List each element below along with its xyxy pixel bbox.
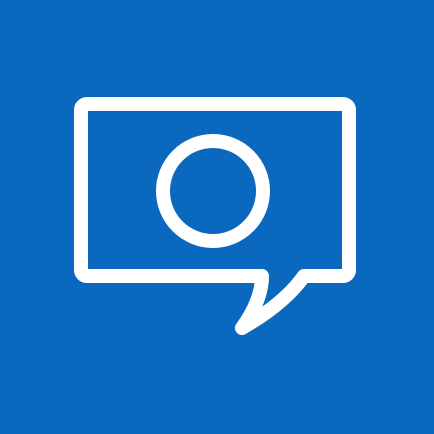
speech-bubble-with-circle-icon xyxy=(74,97,356,335)
circle-icon xyxy=(156,134,270,248)
app-icon-tile[interactable] xyxy=(0,0,434,434)
